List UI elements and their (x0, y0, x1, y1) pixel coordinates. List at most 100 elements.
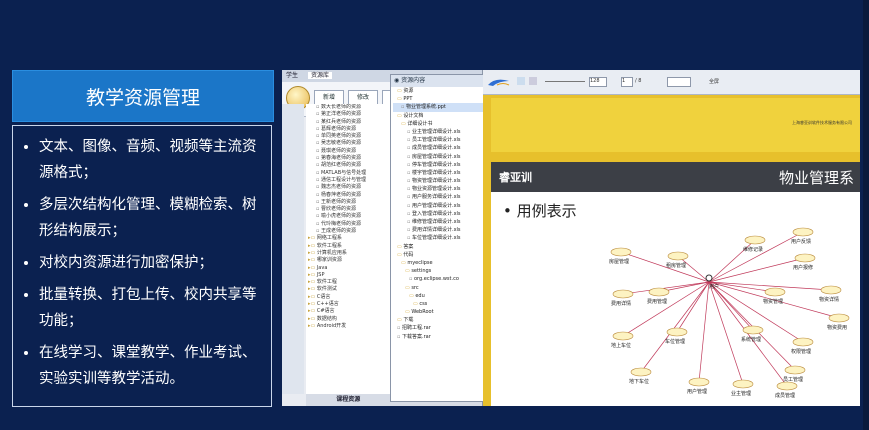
content-tree[interactable]: 资源PPT物业管理系统.ppt设计文档详细设计书业主管理详细设计.xls员工管理… (391, 87, 483, 341)
tab-course-resources[interactable]: 课程资源 (306, 394, 390, 406)
association-line (620, 251, 710, 283)
use-case-ellipse (648, 287, 670, 297)
tree-item[interactable]: 停车管理详细设计.xls (393, 161, 483, 169)
tree-item[interactable]: PPT (393, 95, 483, 103)
tree-item[interactable]: 房屋管理详细设计.xls (393, 153, 483, 161)
tree-item[interactable]: edu (393, 292, 483, 300)
association-line (708, 257, 806, 283)
tree-item[interactable]: Java (306, 265, 390, 272)
fullscreen-button[interactable]: 全屏 (709, 78, 719, 85)
tree-item[interactable]: 哪家训资源 (306, 257, 390, 264)
resource-tree[interactable]: 数大长老师的资源第正洋老师的资源某红兵老师的资源葛辉老师的资源单同英老师的资源吴… (306, 104, 391, 394)
section-title: 教学资源管理 (12, 70, 274, 122)
zoom-input[interactable]: 128 (589, 77, 607, 87)
association-line (698, 281, 710, 383)
use-case-ellipse (612, 289, 634, 299)
use-case-label: 用户管理 (687, 388, 707, 395)
tree-item[interactable]: 代玲梅老师的资源 (306, 221, 390, 228)
tree-item[interactable]: 设计文档 (393, 112, 483, 120)
tree-item[interactable]: 登入管理详细设计.xls (393, 210, 483, 218)
use-case-label: 房屋管理 (609, 258, 629, 265)
use-case-ellipse (630, 367, 652, 377)
window-title: 资源库 (307, 72, 332, 79)
use-case-label: 用户 (709, 283, 719, 290)
tree-item[interactable]: WebRoot (393, 308, 483, 316)
tab-label[interactable]: 学生 (286, 72, 298, 79)
viewer-toolbar: 128 1 / 8 全屏 (483, 70, 860, 95)
tree-item[interactable]: css (393, 300, 483, 308)
tree-item[interactable]: 业主管理详细设计.xls (393, 128, 483, 136)
tree-item[interactable]: 代码 (393, 251, 483, 259)
use-case-label: 用户报修 (793, 264, 813, 271)
tree-item[interactable]: 答案 (393, 243, 483, 251)
use-case-ellipse (666, 327, 688, 337)
tree-item[interactable]: C#语言 (306, 308, 390, 315)
tree-item[interactable]: 某红兵老师的资源 (306, 119, 390, 126)
use-case-label: 物资管理 (763, 298, 783, 305)
feature-item: 在线学习、课堂教学、作业考试、实验实训等教学活动。 (39, 340, 265, 392)
tree-item[interactable]: 喻小虎老师的资源 (306, 213, 390, 220)
use-case-label: 维修记录 (743, 246, 763, 253)
tree-item[interactable]: 胡范红老师的资源 (306, 162, 390, 169)
current-slide: 睿亚训 物业管理系 • 用例表示 房屋管理 租房管理 维修记录 用户反馈 用户报修 用户物… (491, 162, 860, 406)
use-case-label: 租房管理 (666, 262, 686, 269)
tree-item[interactable]: 下载答案.rar (393, 333, 483, 341)
use-case-ellipse (792, 227, 814, 237)
company-caption: 上海睿亚训软件技术服务有限公司 (792, 120, 852, 125)
tree-item[interactable]: org.eclipse.wst.co (393, 275, 483, 283)
feature-item: 文本、图像、音频、视频等主流资源格式； (39, 134, 265, 186)
tree-item[interactable]: 用户管理详细设计.xls (393, 202, 483, 210)
association-line (708, 281, 788, 387)
right-edge-strip (863, 0, 869, 430)
page-total: / 8 (635, 78, 642, 84)
tree-item[interactable]: 物资管理详细设计.xls (393, 177, 483, 185)
tree-item[interactable]: 招聘工程.rar (393, 324, 483, 332)
page-input[interactable]: 1 (621, 77, 633, 87)
tree-item[interactable]: 员工管理详细设计.xls (393, 136, 483, 144)
tree-item[interactable]: 物业管理系统.ppt (393, 103, 483, 112)
use-case-ellipse (794, 253, 816, 263)
tree-item[interactable]: 软件工程系 (306, 243, 390, 250)
tree-item[interactable]: 用户服务详细设计.xls (393, 193, 483, 201)
company-logo: 睿亚训 (499, 171, 532, 184)
zoom-slider[interactable] (545, 81, 585, 82)
tree-item[interactable]: 网络工程系 (306, 235, 390, 242)
use-case-ellipse (820, 285, 842, 295)
association-line (676, 281, 710, 333)
resource-content-window: ◉ 资源内容 资源PPT物业管理系统.ppt设计文档详细设计书业主管理详细设计.… (390, 74, 484, 402)
tree-item[interactable]: 车位管理详细设计.xls (393, 234, 483, 242)
tree-item[interactable]: 第正洋老师的资源 (306, 111, 390, 118)
tree-item[interactable]: 物业资源管理设计.xls (393, 185, 483, 193)
use-case-label: 地下车位 (629, 378, 649, 385)
pan-tool-icon[interactable] (517, 77, 525, 85)
tree-item[interactable]: 数据结构 (306, 316, 390, 323)
use-case-ellipse (792, 337, 814, 347)
search-input[interactable] (667, 77, 691, 87)
use-case-label: 地上车位 (611, 342, 631, 349)
tree-item[interactable]: settings (393, 267, 483, 275)
tree-item[interactable]: 楼宇管理详细设计.xls (393, 169, 483, 177)
tree-item[interactable]: 下载 (393, 316, 483, 324)
tree-item[interactable]: src (393, 284, 483, 292)
tree-item[interactable]: 成员管理详细设计.xls (393, 144, 483, 152)
feature-item: 批量转换、打包上传、校内共享等功能； (39, 282, 265, 334)
tree-item[interactable]: 吴志敏老师的资源 (306, 140, 390, 147)
tree-item[interactable]: 聂琪老师的资源 (306, 148, 390, 155)
tree-item[interactable]: C语言 (306, 294, 390, 301)
tree-item[interactable]: MATLAB与信号处理 (306, 170, 390, 177)
tree-item[interactable]: 详细设计书 (393, 120, 483, 128)
tree-item[interactable]: 资源 (393, 87, 483, 95)
association-line (677, 255, 710, 283)
tree-item[interactable]: 维修管理详细设计.xls (393, 218, 483, 226)
use-case-ellipse (610, 247, 632, 257)
tree-item[interactable]: 魏志杰老师的资源 (306, 184, 390, 191)
association-line (708, 281, 744, 385)
tree-item[interactable]: 杨春萍老师的资源 (306, 192, 390, 199)
tree-item[interactable]: 软件测试 (306, 286, 390, 293)
tree-item[interactable]: Android开发 (306, 323, 390, 330)
tree-item[interactable]: myeclipse (393, 259, 483, 267)
tree-item[interactable]: 费用详情详细设计.xls (393, 226, 483, 234)
app-logo-icon (488, 79, 510, 86)
association-line (640, 281, 710, 373)
select-tool-icon[interactable] (529, 77, 537, 85)
